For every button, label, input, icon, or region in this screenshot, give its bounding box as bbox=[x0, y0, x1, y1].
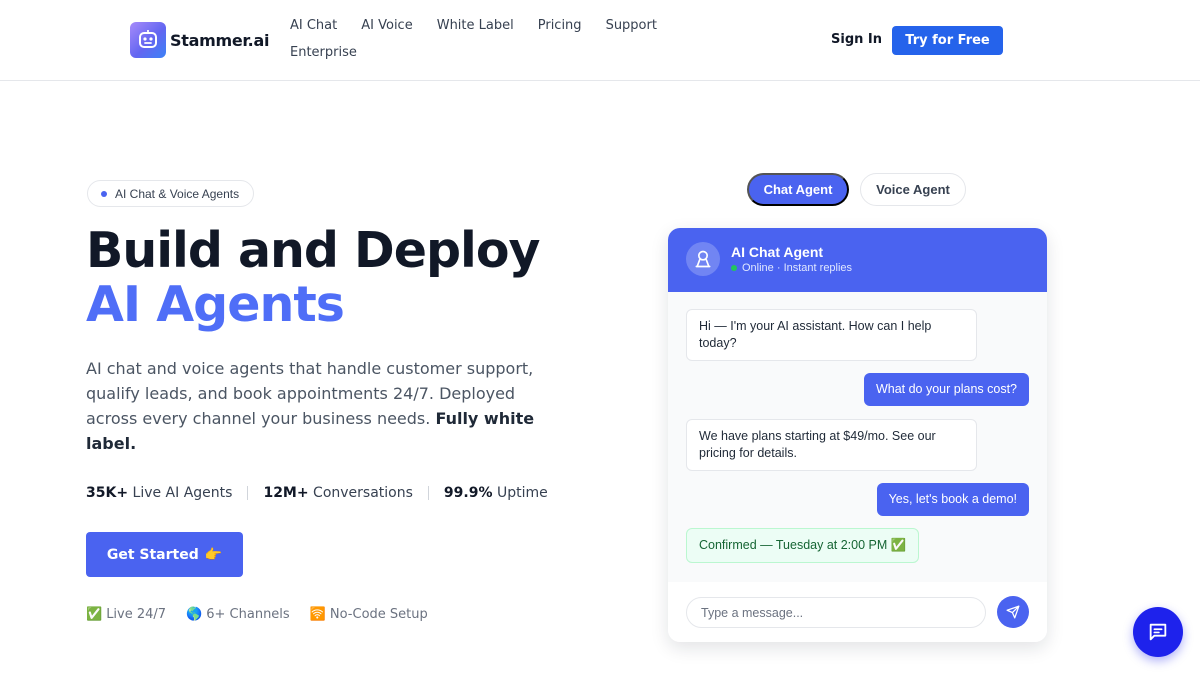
bot-message: We have plans starting at $49/mo. See ou… bbox=[686, 419, 977, 471]
sign-in-link[interactable]: Sign In bbox=[831, 32, 882, 47]
logo[interactable]: Stammer.ai bbox=[130, 22, 269, 58]
globe-icon: 🌎 bbox=[186, 607, 203, 622]
feature-label: Live 24/7 bbox=[106, 607, 167, 622]
badge-dot bbox=[101, 190, 107, 197]
hero-title-line2: AI Agents bbox=[86, 276, 345, 333]
user-message: Yes, let's book a demo! bbox=[876, 483, 1029, 516]
message-input[interactable] bbox=[686, 597, 986, 628]
tab-voice-agent[interactable]: Voice Agent bbox=[860, 173, 966, 206]
nav-row: Enterprise bbox=[290, 45, 670, 63]
stat-live-agents: 35K+ Live AI Agents bbox=[86, 485, 232, 501]
badge-text: AI Chat & Voice Agents bbox=[115, 186, 240, 201]
nav-link-enterprise[interactable]: Enterprise bbox=[290, 45, 357, 63]
feature-label: No-Code Setup bbox=[329, 607, 428, 622]
main-nav: AI Chat AI Voice White Label Pricing Sup… bbox=[290, 18, 670, 72]
agent-status-text: Online · Instant replies bbox=[742, 262, 853, 274]
hero-title-line1: Build and Deploy bbox=[86, 222, 540, 279]
stat-label: Live AI Agents bbox=[128, 485, 233, 501]
robot-icon bbox=[686, 242, 720, 276]
stat-label: Uptime bbox=[492, 485, 548, 501]
stat-divider bbox=[427, 486, 429, 500]
agent-status: Online · Instant replies bbox=[731, 262, 852, 274]
logo-text: Stammer.ai bbox=[170, 30, 270, 50]
feature-label: 6+ Channels bbox=[206, 607, 290, 622]
hero-badge: AI Chat & Voice Agents bbox=[87, 180, 255, 207]
chat-bubble-icon bbox=[1149, 623, 1167, 641]
wireless-icon: 🛜 bbox=[309, 607, 326, 622]
confirmation-message: Confirmed — Tuesday at 2:00 PM ✅ bbox=[686, 528, 920, 563]
get-started-label: Get Started bbox=[106, 546, 199, 563]
chat-demo-card: AI Chat Agent Online · Instant replies H… bbox=[668, 228, 1047, 642]
nav-link-pricing[interactable]: Pricing bbox=[538, 18, 582, 36]
tab-chat-agent[interactable]: Chat Agent bbox=[747, 173, 849, 206]
paper-plane-icon bbox=[1006, 605, 1020, 619]
stat-value: 35K+ bbox=[86, 485, 129, 501]
stat-value: 12M+ bbox=[263, 485, 309, 501]
feature-item: ✅ Live 24/7 bbox=[86, 607, 166, 622]
floating-chat-button[interactable] bbox=[1133, 607, 1183, 657]
pointing-hand-icon: 👉 bbox=[204, 546, 223, 563]
nav-link-ai-voice[interactable]: AI Voice bbox=[361, 18, 412, 36]
chat-header: AI Chat Agent Online · Instant replies bbox=[668, 228, 1047, 292]
feature-item: 🛜 No-Code Setup bbox=[310, 607, 428, 622]
agent-name: AI Chat Agent bbox=[731, 244, 824, 260]
hero-description: AI chat and voice agents that handle cus… bbox=[86, 356, 546, 456]
nav-link-support[interactable]: Support bbox=[606, 18, 657, 36]
stat-uptime: 99.9% Uptime bbox=[444, 485, 548, 501]
bot-message: Hi — I'm your AI assistant. How can I he… bbox=[686, 309, 977, 361]
nav-link-white-label[interactable]: White Label bbox=[437, 18, 514, 36]
get-started-button[interactable]: Get Started 👉 bbox=[86, 532, 243, 577]
stat-value: 99.9% bbox=[443, 485, 493, 501]
feature-item: 🌎 6+ Channels bbox=[186, 607, 290, 622]
stat-divider bbox=[247, 486, 249, 500]
hero-title: Build and Deploy AI Agents bbox=[86, 222, 540, 333]
user-message: What do your plans cost? bbox=[863, 373, 1029, 406]
chat-messages: Hi — I'm your AI assistant. How can I he… bbox=[668, 292, 1047, 582]
stats-row: 35K+ Live AI Agents 12M+ Conversations 9… bbox=[86, 485, 548, 501]
site-header: Stammer.ai AI Chat AI Voice White Label … bbox=[0, 0, 1200, 81]
nav-link-ai-chat[interactable]: AI Chat bbox=[290, 18, 337, 36]
stat-conversations: 12M+ Conversations bbox=[263, 485, 412, 501]
stat-label: Conversations bbox=[308, 485, 413, 501]
send-button[interactable] bbox=[997, 596, 1029, 628]
online-indicator bbox=[731, 265, 737, 271]
robot-face-icon bbox=[130, 22, 166, 58]
check-mark-icon: ✅ bbox=[86, 607, 103, 622]
chat-composer bbox=[668, 582, 1047, 642]
nav-row: AI Chat AI Voice White Label Pricing Sup… bbox=[290, 18, 670, 36]
try-for-free-button[interactable]: Try for Free bbox=[892, 26, 1003, 55]
feature-list: ✅ Live 24/7 🌎 6+ Channels 🛜 No-Code Setu… bbox=[86, 607, 428, 622]
